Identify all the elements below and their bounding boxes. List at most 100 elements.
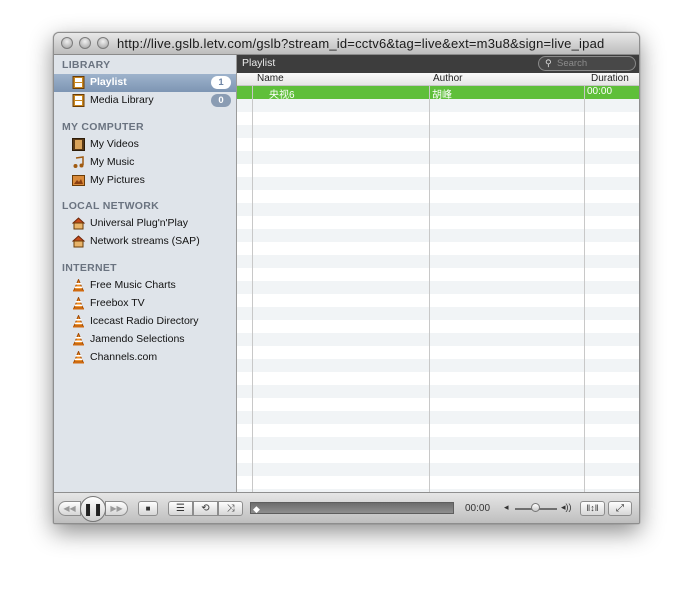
minimize-window-button[interactable] xyxy=(79,37,91,49)
empty-row xyxy=(237,463,639,476)
time-display: 00:00 xyxy=(465,503,491,514)
vlc-cone-icon xyxy=(73,279,84,292)
sidebar-item-playlist[interactable]: Playlist 1 xyxy=(54,74,236,92)
next-button[interactable]: ▶▶ xyxy=(105,501,128,516)
sidebar-item-label: Channels.com xyxy=(90,351,158,363)
column-header-name[interactable]: Name xyxy=(257,73,284,84)
empty-row xyxy=(237,229,639,242)
empty-row xyxy=(237,372,639,385)
search-placeholder: Search xyxy=(557,58,588,69)
play-pause-button[interactable]: ❚❚ xyxy=(80,496,106,522)
stop-button[interactable]: ■ xyxy=(138,501,158,516)
house-icon xyxy=(72,217,85,230)
seek-knob-icon[interactable]: ◆ xyxy=(253,504,260,515)
search-field[interactable]: ⚲ Search xyxy=(538,56,636,71)
sidebar-item-freebox-tv[interactable]: Freebox TV xyxy=(54,295,236,313)
column-header-duration[interactable]: Duration xyxy=(591,73,629,84)
count-badge: 1 xyxy=(211,76,231,89)
sidebar-item-my-pictures[interactable]: My Pictures xyxy=(54,172,236,190)
picture-icon xyxy=(72,175,85,186)
house-icon xyxy=(72,235,85,248)
sidebar-item-jamendo[interactable]: Jamendo Selections xyxy=(54,331,236,349)
stop-icon: ■ xyxy=(145,504,151,513)
pause-icon: ❚❚ xyxy=(82,502,104,516)
empty-row xyxy=(237,346,639,359)
empty-row xyxy=(237,424,639,437)
empty-row xyxy=(237,320,639,333)
sidebar-item-network-streams[interactable]: Network streams (SAP) xyxy=(54,233,236,251)
cell-duration: 00:00 xyxy=(587,86,613,97)
column-divider xyxy=(252,73,253,492)
empty-row xyxy=(237,307,639,320)
column-divider xyxy=(584,73,585,492)
playlist-toggle-button[interactable]: ☰ xyxy=(168,501,193,516)
sidebar-item-label: Network streams (SAP) xyxy=(90,235,200,247)
section-library: LIBRARY xyxy=(62,59,111,71)
empty-row xyxy=(237,294,639,307)
column-header-author[interactable]: Author xyxy=(433,73,462,84)
shuffle-button[interactable]: ⤨ xyxy=(218,501,243,516)
sidebar-item-icecast[interactable]: Icecast Radio Directory xyxy=(54,313,236,331)
media-library-icon xyxy=(72,94,85,107)
sidebar-item-free-music-charts[interactable]: Free Music Charts xyxy=(54,277,236,295)
sidebar-item-label: Icecast Radio Directory xyxy=(90,315,199,327)
previous-button[interactable]: ◀◀ xyxy=(58,501,81,516)
table-row[interactable]: 央视6 胡峰 00:00 xyxy=(237,86,639,101)
empty-row xyxy=(237,281,639,294)
sidebar-item-my-videos[interactable]: My Videos xyxy=(54,136,236,154)
repeat-icon: ⟲ xyxy=(201,503,210,514)
empty-row xyxy=(237,255,639,268)
sidebar: LIBRARY Playlist 1 Media Library 0 MY CO… xyxy=(54,55,237,492)
section-local-network: LOCAL NETWORK xyxy=(62,200,160,212)
playlist-title: Playlist xyxy=(242,57,276,69)
empty-row xyxy=(237,359,639,372)
sidebar-item-upnp[interactable]: Universal Plug'n'Play xyxy=(54,215,236,233)
sidebar-item-media-library[interactable]: Media Library 0 xyxy=(54,92,236,110)
shuffle-icon: ⤨ xyxy=(226,503,235,514)
fullscreen-button[interactable]: ⤢ xyxy=(608,501,632,516)
volume-min-icon[interactable]: ◂ xyxy=(504,502,509,513)
empty-row xyxy=(237,125,639,138)
playlist-table: 央视6 胡峰 00:00 Name Author Duration xyxy=(237,73,639,492)
empty-row xyxy=(237,112,639,125)
empty-row xyxy=(237,177,639,190)
sidebar-item-channels[interactable]: Channels.com xyxy=(54,349,236,367)
sidebar-item-label: My Music xyxy=(90,156,135,168)
volume-max-icon[interactable]: ◂)) xyxy=(561,502,572,513)
vlc-cone-icon xyxy=(73,297,84,310)
equalizer-button[interactable]: ‖↕‖ xyxy=(580,501,605,516)
empty-row xyxy=(237,203,639,216)
playlist-header: Playlist ⚲ Search xyxy=(237,55,639,73)
empty-row xyxy=(237,242,639,255)
sidebar-item-label: My Pictures xyxy=(90,174,145,186)
empty-row xyxy=(237,99,639,112)
empty-row xyxy=(237,138,639,151)
seek-bar[interactable]: ◆ xyxy=(250,502,454,514)
repeat-button[interactable]: ⟲ xyxy=(193,501,218,516)
fast-forward-icon: ▶▶ xyxy=(110,504,123,513)
empty-row xyxy=(237,151,639,164)
empty-row xyxy=(237,411,639,424)
zoom-window-button[interactable] xyxy=(97,37,109,49)
empty-row xyxy=(237,450,639,463)
table-header: Name Author Duration xyxy=(237,73,639,86)
volume-knob[interactable] xyxy=(531,503,540,512)
sidebar-item-label: Free Music Charts xyxy=(90,279,176,291)
sidebar-item-label: Media Library xyxy=(90,94,154,106)
empty-row xyxy=(237,398,639,411)
column-divider xyxy=(429,73,430,492)
close-window-button[interactable] xyxy=(61,37,73,49)
empty-row xyxy=(237,268,639,281)
window-title: http://live.gslb.letv.com/gslb?stream_id… xyxy=(117,36,605,51)
equalizer-icon: ‖↕‖ xyxy=(586,503,599,513)
sidebar-item-my-music[interactable]: My Music xyxy=(54,154,236,172)
playback-controls: ◀◀ ▶▶ ❚❚ ■ ☰ ⟲ ⤨ ◆ 00:00 ◂ ◂)) ‖↕‖ ⤢ xyxy=(54,492,639,523)
section-my-computer: MY COMPUTER xyxy=(62,121,144,133)
sidebar-item-label: My Videos xyxy=(90,138,139,150)
sidebar-item-label: Universal Plug'n'Play xyxy=(90,217,188,229)
sidebar-item-label: Freebox TV xyxy=(90,297,145,309)
empty-row xyxy=(237,190,639,203)
title-bar[interactable]: http://live.gslb.letv.com/gslb?stream_id… xyxy=(54,33,639,55)
vlc-cone-icon xyxy=(73,351,84,364)
vlc-cone-icon xyxy=(73,315,84,328)
